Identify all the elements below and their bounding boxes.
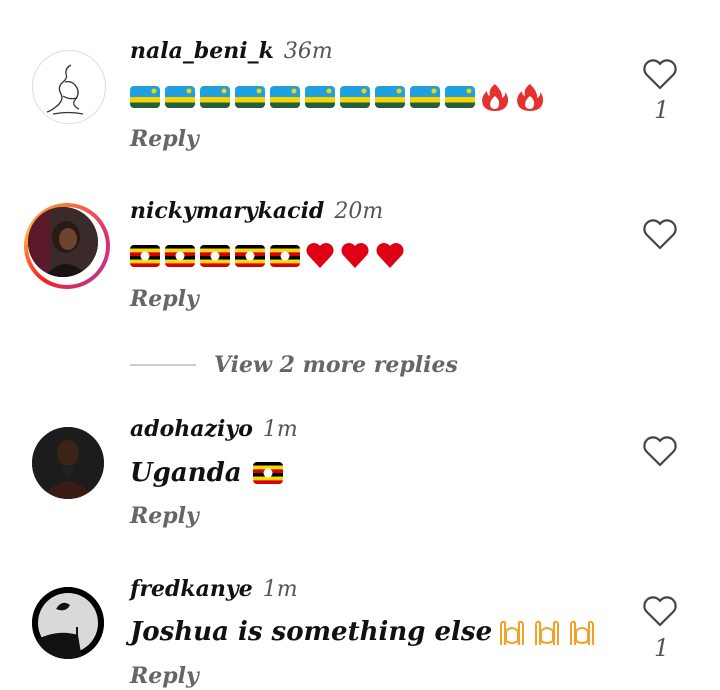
comment-text: Joshua is something else [130, 617, 493, 647]
timestamp: 1m [262, 577, 298, 602]
comment-meta: fredkanye 1m [130, 576, 298, 602]
raising-hands-icon [567, 617, 597, 647]
avatar[interactable] [32, 587, 104, 659]
raising-hands-icon [497, 617, 527, 647]
username[interactable]: fredkanye [130, 576, 253, 602]
comment-body: Joshua is something else [130, 617, 597, 647]
reply-button[interactable]: Reply [130, 663, 199, 689]
moon-silhouette-icon [32, 587, 104, 659]
comment-fredkanye: fredkanye 1m Joshua is something else Rep… [0, 0, 720, 690]
like-count: 1 [654, 634, 670, 662]
like-heart-icon[interactable] [642, 595, 678, 627]
raising-hands-icon [532, 617, 562, 647]
